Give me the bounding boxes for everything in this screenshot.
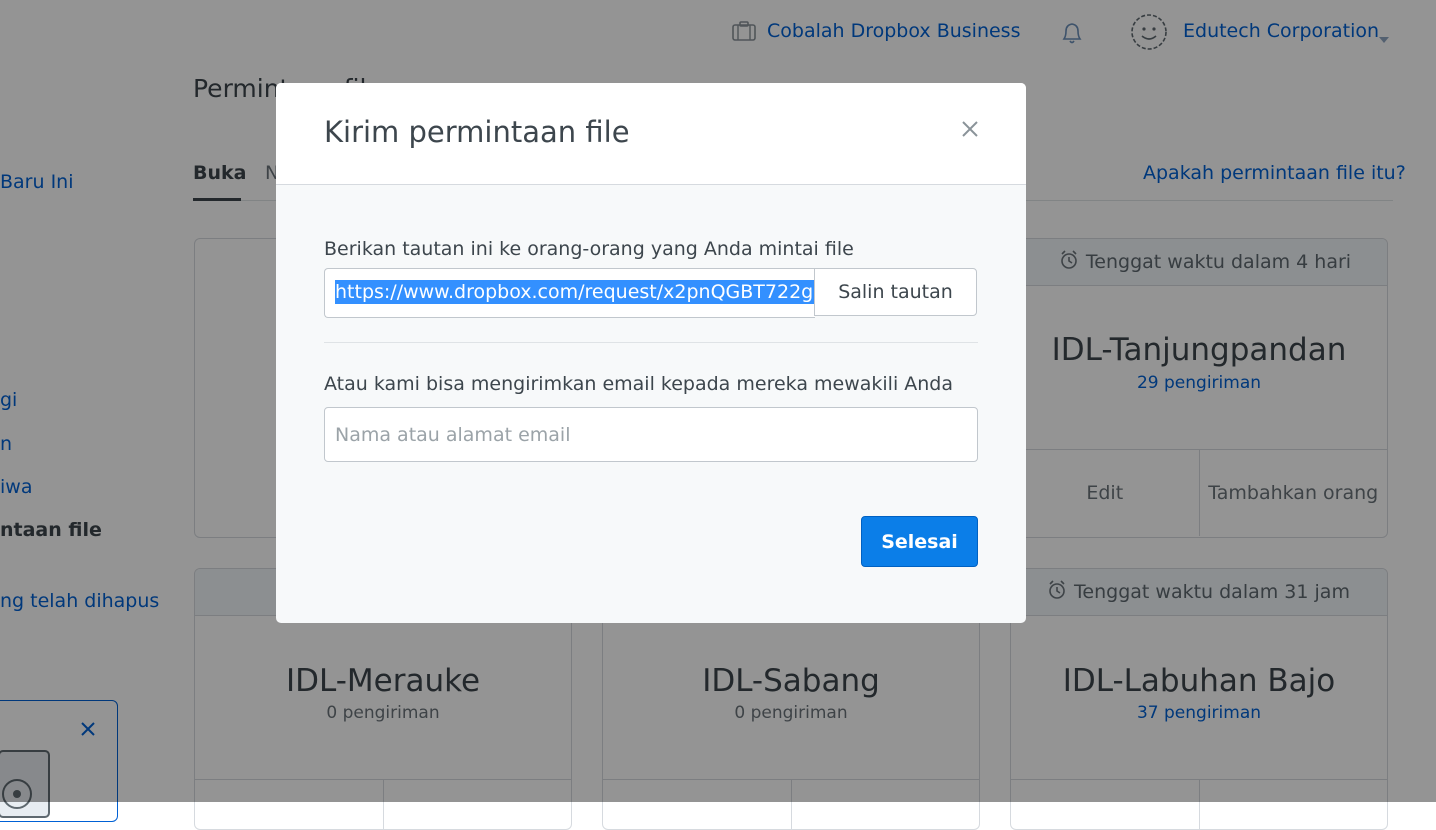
- copy-link-button[interactable]: Salin tautan: [814, 268, 977, 316]
- modal-title: Kirim permintaan file: [324, 115, 630, 149]
- email-input[interactable]: [324, 407, 978, 462]
- section-divider: [324, 342, 978, 343]
- send-file-request-modal: Kirim permintaan file Berikan tautan ini…: [276, 83, 1026, 623]
- request-link-field[interactable]: https://www.dropbox.com/request/x2pnQGBT…: [324, 268, 815, 318]
- close-icon[interactable]: [956, 115, 984, 143]
- done-button[interactable]: Selesai: [861, 516, 978, 567]
- modal-header: Kirim permintaan file: [276, 83, 1026, 185]
- request-link-url[interactable]: https://www.dropbox.com/request/x2pnQGBT…: [335, 280, 815, 304]
- email-label: Atau kami bisa mengirimkan email kepada …: [324, 373, 954, 395]
- link-label: Berikan tautan ini ke orang-orang yang A…: [324, 238, 854, 260]
